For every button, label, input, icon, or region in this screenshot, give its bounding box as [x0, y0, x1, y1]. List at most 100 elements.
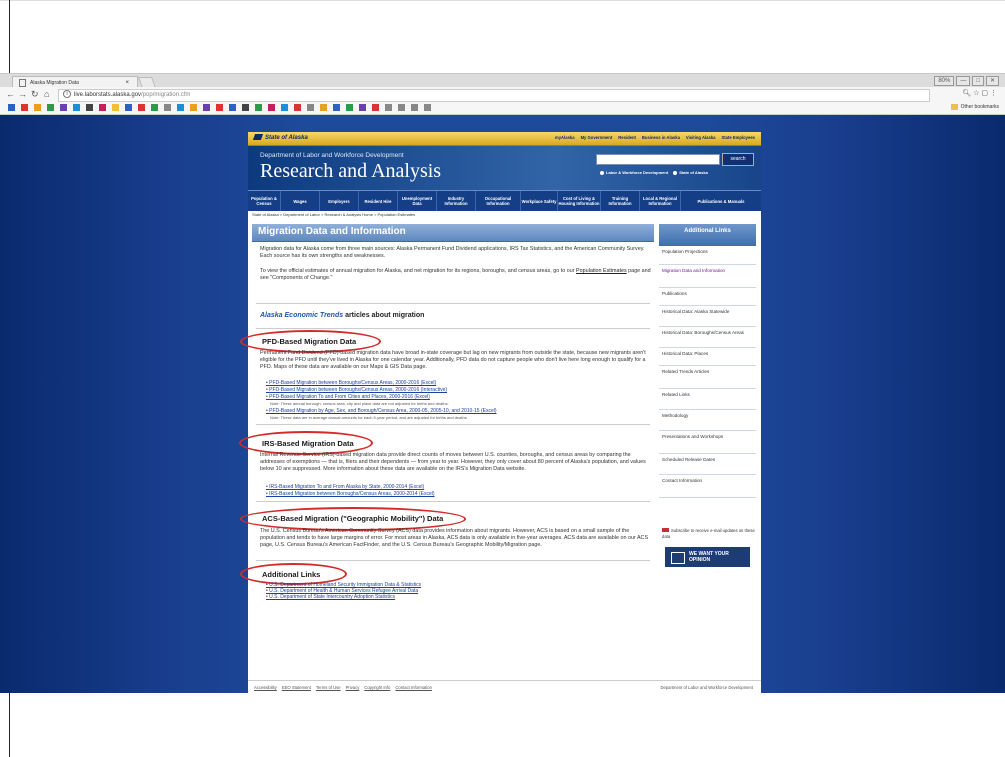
back-icon[interactable]: ←	[6, 89, 15, 100]
bookmark-favicon-icon[interactable]	[138, 104, 145, 111]
footer-link-eeo[interactable]: EEO Statement	[282, 685, 311, 690]
breadcrumb[interactable]: State of Alaska > Department of Labor > …	[252, 212, 415, 217]
bookmark-favicon-icon[interactable]	[177, 104, 184, 111]
sidebar-item-release-dates[interactable]: Scheduled Release Dates	[659, 455, 756, 475]
bookmark-favicon-icon[interactable]	[151, 104, 158, 111]
sidebar-item-trends[interactable]: Related Trends Articles	[659, 367, 756, 389]
nav-employers[interactable]: Employers	[320, 191, 359, 211]
bookmark-favicon-icon[interactable]	[47, 104, 54, 111]
trends-link[interactable]: Alaska Economic Trends	[260, 312, 343, 319]
bookmark-favicon-icon[interactable]	[242, 104, 249, 111]
bookmark-favicon-icon[interactable]	[21, 104, 28, 111]
bookmark-favicon-icon[interactable]	[125, 104, 132, 111]
top-link-business[interactable]: Business in Alaska	[642, 135, 680, 140]
sidebar-item-related-links[interactable]: Related Links	[659, 390, 756, 410]
footer-link-terms[interactable]: Terms of Use	[316, 685, 341, 690]
pfd-link-3[interactable]: PFD-Based Migration To and From Cities a…	[266, 394, 430, 400]
radio-state[interactable]	[673, 170, 678, 175]
nav-industry[interactable]: Industry Information	[437, 191, 476, 211]
nav-occupational[interactable]: Occupational Information	[476, 191, 521, 211]
address-bar[interactable]: i live.laborstats.alaska.gov/pop/migratio…	[58, 89, 930, 102]
minimize-button[interactable]: —	[956, 76, 971, 86]
nav-training[interactable]: Training Information	[601, 191, 640, 211]
footer-link-privacy[interactable]: Privacy	[346, 685, 360, 690]
pfd-link-2[interactable]: PFD-Based Migration between Boroughs/Cen…	[266, 387, 447, 393]
bookmark-favicon-icon[interactable]	[268, 104, 275, 111]
bookmark-favicon-icon[interactable]	[229, 104, 236, 111]
population-estimates-link[interactable]: Population Estimates	[576, 268, 627, 274]
footer-link-contact[interactable]: Contact Information	[395, 685, 432, 690]
bookmark-favicon-icon[interactable]	[73, 104, 80, 111]
info-icon[interactable]: i	[63, 90, 71, 99]
bookmark-favicon-icon[interactable]	[112, 104, 119, 111]
subscribe-link[interactable]: Subscribe to receive e-mail updates on t…	[659, 528, 756, 540]
reload-icon[interactable]: ↻	[31, 89, 39, 100]
irs-link-2[interactable]: IRS-Based Migration between Boroughs/Cen…	[266, 491, 434, 497]
bookmark-star-icon[interactable]: ☆	[973, 90, 979, 97]
bookmark-favicon-icon[interactable]	[294, 104, 301, 111]
nav-population[interactable]: Population & Census	[248, 191, 281, 211]
top-link-employees[interactable]: State Employees	[721, 135, 755, 140]
sidebar-item-projections[interactable]: Population Projections	[659, 247, 756, 265]
bookmark-favicon-icon[interactable]	[60, 104, 67, 111]
sidebar-item-contact[interactable]: Contact Information	[659, 476, 756, 498]
close-window-button[interactable]: ✕	[985, 76, 999, 86]
bookmark-favicon-icon[interactable]	[86, 104, 93, 111]
state-dept-link[interactable]: U.S. Department of State Intercountry Ad…	[266, 594, 395, 600]
sidebar-item-presentations[interactable]: Presentations and Workshops	[659, 432, 756, 454]
zoom-icon[interactable]: 🔍︎	[962, 90, 971, 97]
bookmark-favicon-icon[interactable]	[411, 104, 418, 111]
bookmark-favicon-icon[interactable]	[398, 104, 405, 111]
forward-icon[interactable]: →	[18, 89, 27, 100]
state-logo[interactable]: State of Alaska	[252, 133, 308, 144]
bookmark-favicon-icon[interactable]	[307, 104, 314, 111]
bookmark-favicon-icon[interactable]	[385, 104, 392, 111]
sidebar-item-publications[interactable]: Publications	[659, 289, 756, 306]
bookmark-favicon-icon[interactable]	[424, 104, 431, 111]
top-link-visiting[interactable]: Visiting Alaska	[686, 135, 716, 140]
pfd-link-4[interactable]: PFD-Based Migration by Age, Sex, and Bor…	[266, 408, 496, 414]
search-input[interactable]	[596, 154, 720, 165]
nav-publications[interactable]: Publications & Manuals	[681, 191, 761, 211]
sidebar-item-methodology[interactable]: Methodology	[659, 411, 756, 431]
bookmark-favicon-icon[interactable]	[203, 104, 210, 111]
bookmark-favicon-icon[interactable]	[346, 104, 353, 111]
search-button[interactable]: search	[722, 153, 754, 166]
maximize-button[interactable]: □	[972, 76, 984, 86]
footer-link-copyright[interactable]: Copyright Info	[364, 685, 390, 690]
bookmark-favicon-icon[interactable]	[255, 104, 262, 111]
other-bookmarks[interactable]: Other bookmarks	[950, 103, 999, 112]
nav-cost-of-living[interactable]: Cost of Living & Housing Information	[558, 191, 601, 211]
extension-icon[interactable]: ▢	[981, 90, 988, 97]
bookmark-favicon-icon[interactable]	[99, 104, 106, 111]
bookmark-favicon-icon[interactable]	[320, 104, 327, 111]
bookmark-favicon-icon[interactable]	[8, 104, 15, 111]
home-icon[interactable]: ⌂	[44, 89, 49, 100]
sidebar-item-migration[interactable]: Migration Data and Information	[659, 266, 756, 288]
bookmark-favicon-icon[interactable]	[190, 104, 197, 111]
menu-icon[interactable]: ⋮	[990, 90, 997, 97]
irs-link-1[interactable]: IRS-Based Migration To and From Alaska b…	[266, 484, 424, 490]
site-title[interactable]: Research and Analysis	[260, 160, 441, 183]
footer-link-accessibility[interactable]: Accessibility	[254, 685, 277, 690]
top-link-government[interactable]: My Government	[581, 135, 613, 140]
nav-workplace-safety[interactable]: Workplace Safety	[521, 191, 558, 211]
pfd-link-1[interactable]: PFD-Based Migration between Boroughs/Cen…	[266, 380, 436, 386]
nav-unemployment[interactable]: Unemployment Data	[398, 191, 437, 211]
top-link-myalaska[interactable]: myAlaska	[555, 135, 575, 140]
bookmark-favicon-icon[interactable]	[281, 104, 288, 111]
sidebar-item-boroughs[interactable]: Historical Data: Boroughs/Census Areas	[659, 328, 756, 348]
sidebar-item-statewide[interactable]: Historical Data: Alaska Statewide	[659, 307, 756, 327]
bookmark-favicon-icon[interactable]	[372, 104, 379, 111]
opinion-button[interactable]: WE WANT YOUR OPINION	[665, 547, 750, 567]
nav-local-regional[interactable]: Local & Regional Information	[640, 191, 681, 211]
radio-labor[interactable]	[600, 170, 604, 175]
sidebar-item-places[interactable]: Historical Data: Places	[659, 349, 756, 366]
nav-resident-hire[interactable]: Resident Hire	[359, 191, 398, 211]
bookmark-favicon-icon[interactable]	[359, 104, 366, 111]
zoom-indicator[interactable]: 80%	[934, 76, 955, 86]
bookmark-favicon-icon[interactable]	[164, 104, 171, 111]
bookmark-favicon-icon[interactable]	[216, 104, 223, 111]
bookmark-favicon-icon[interactable]	[34, 104, 41, 111]
top-link-resident[interactable]: Resident	[618, 135, 636, 140]
